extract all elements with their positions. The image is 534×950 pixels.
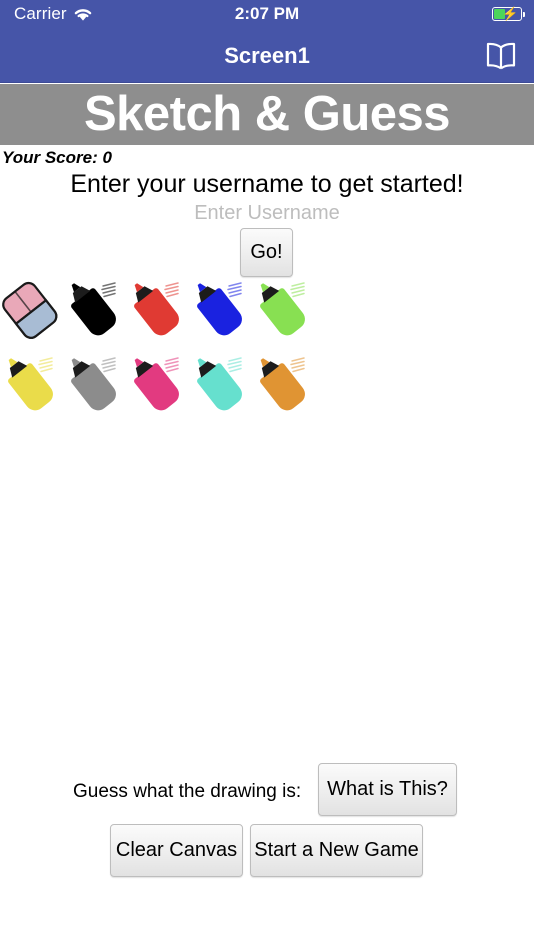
tool-marker-red[interactable]	[126, 272, 189, 347]
tool-marker-yellow[interactable]	[0, 347, 63, 422]
tool-marker-pink[interactable]	[126, 347, 189, 422]
username-input[interactable]	[137, 200, 397, 226]
tool-palette	[0, 272, 534, 427]
what-is-this-button[interactable]: What is This?	[318, 763, 457, 816]
tool-marker-black[interactable]	[63, 272, 126, 347]
nav-bar: Screen1	[0, 28, 534, 83]
status-time: 2:07 PM	[234, 4, 300, 23]
app-title-banner: Sketch & Guess	[0, 84, 534, 145]
tool-marker-blue[interactable]	[189, 272, 252, 347]
tool-eraser[interactable]	[0, 272, 63, 347]
tool-marker-gray[interactable]	[63, 347, 126, 422]
drawing-canvas[interactable]	[0, 427, 534, 757]
clear-canvas-button[interactable]: Clear Canvas	[110, 824, 243, 877]
app-title: Sketch & Guess	[83, 87, 451, 141]
open-book-icon[interactable]	[483, 40, 519, 71]
page-title: Screen1	[224, 43, 310, 68]
tool-marker-turquoise[interactable]	[189, 347, 252, 422]
score-label: Your Score: 0	[2, 148, 112, 167]
battery-charging-icon: ⚡	[492, 7, 525, 21]
status-bar: Carrier 2:07 PM ⚡	[0, 0, 534, 28]
username-prompt: Enter your username to get started!	[70, 170, 464, 198]
start-new-game-button[interactable]: Start a New Game	[250, 824, 423, 877]
tool-marker-orange[interactable]	[252, 347, 315, 422]
guess-prompt-label: Guess what the drawing is:	[73, 781, 302, 802]
tool-marker-green[interactable]	[252, 272, 315, 347]
go-button[interactable]: Go!	[240, 228, 293, 277]
